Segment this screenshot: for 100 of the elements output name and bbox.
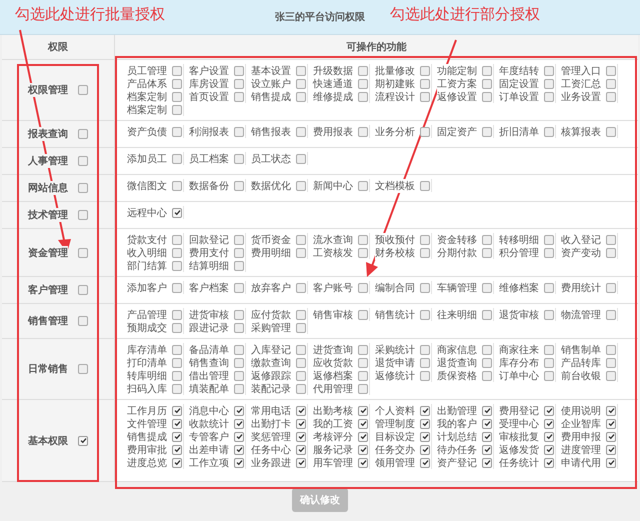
checkbox[interactable]	[544, 234, 554, 244]
checkbox[interactable]	[172, 92, 182, 102]
checkbox[interactable]	[172, 458, 182, 468]
checkbox[interactable]	[420, 310, 430, 320]
checkbox[interactable]	[482, 458, 492, 468]
checkbox[interactable]	[358, 180, 368, 190]
checkbox[interactable]	[482, 248, 492, 258]
checkbox[interactable]	[78, 364, 88, 374]
checkbox[interactable]	[234, 66, 244, 76]
checkbox[interactable]	[172, 310, 182, 320]
checkbox[interactable]	[172, 260, 182, 270]
checkbox[interactable]	[234, 180, 244, 190]
checkbox[interactable]	[420, 92, 430, 102]
checkbox[interactable]	[172, 418, 182, 428]
checkbox[interactable]	[420, 444, 430, 454]
checkbox[interactable]	[234, 234, 244, 244]
checkbox[interactable]	[358, 444, 368, 454]
checkbox[interactable]	[172, 322, 182, 332]
checkbox[interactable]	[606, 444, 616, 454]
checkbox[interactable]	[606, 432, 616, 442]
checkbox[interactable]	[544, 92, 554, 102]
checkbox[interactable]	[482, 234, 492, 244]
checkbox[interactable]	[234, 126, 244, 136]
checkbox[interactable]	[172, 104, 182, 114]
checkbox[interactable]	[296, 370, 306, 380]
checkbox[interactable]	[358, 458, 368, 468]
checkbox[interactable]	[544, 310, 554, 320]
checkbox[interactable]	[606, 418, 616, 428]
checkbox[interactable]	[358, 370, 368, 380]
checkbox[interactable]	[234, 384, 244, 394]
checkbox[interactable]	[172, 154, 182, 164]
checkbox[interactable]	[296, 234, 306, 244]
checkbox[interactable]	[358, 92, 368, 102]
checkbox[interactable]	[544, 444, 554, 454]
checkbox[interactable]	[544, 248, 554, 258]
checkbox[interactable]	[172, 444, 182, 454]
checkbox[interactable]	[544, 358, 554, 368]
checkbox[interactable]	[358, 78, 368, 88]
checkbox[interactable]	[296, 310, 306, 320]
checkbox[interactable]	[234, 432, 244, 442]
checkbox[interactable]	[172, 370, 182, 380]
checkbox[interactable]	[234, 406, 244, 416]
checkbox[interactable]	[296, 78, 306, 88]
checkbox[interactable]	[78, 183, 88, 193]
checkbox[interactable]	[544, 282, 554, 292]
checkbox[interactable]	[78, 156, 88, 166]
checkbox[interactable]	[234, 370, 244, 380]
checkbox[interactable]	[172, 78, 182, 88]
confirm-button[interactable]: 确认修改	[292, 488, 348, 512]
checkbox[interactable]	[358, 406, 368, 416]
checkbox[interactable]	[606, 78, 616, 88]
checkbox[interactable]	[420, 432, 430, 442]
checkbox[interactable]	[606, 66, 616, 76]
checkbox[interactable]	[420, 78, 430, 88]
checkbox[interactable]	[296, 282, 306, 292]
checkbox[interactable]	[172, 344, 182, 354]
checkbox[interactable]	[544, 458, 554, 468]
checkbox[interactable]	[172, 358, 182, 368]
checkbox[interactable]	[296, 384, 306, 394]
checkbox[interactable]	[234, 78, 244, 88]
checkbox[interactable]	[544, 406, 554, 416]
checkbox[interactable]	[78, 85, 88, 95]
checkbox[interactable]	[606, 458, 616, 468]
checkbox[interactable]	[358, 126, 368, 136]
checkbox[interactable]	[482, 66, 492, 76]
checkbox[interactable]	[234, 92, 244, 102]
checkbox[interactable]	[234, 444, 244, 454]
checkbox[interactable]	[234, 322, 244, 332]
checkbox[interactable]	[358, 248, 368, 258]
checkbox[interactable]	[172, 234, 182, 244]
checkbox[interactable]	[606, 344, 616, 354]
checkbox[interactable]	[606, 310, 616, 320]
checkbox[interactable]	[420, 66, 430, 76]
checkbox[interactable]	[296, 458, 306, 468]
checkbox[interactable]	[172, 180, 182, 190]
checkbox[interactable]	[234, 260, 244, 270]
checkbox[interactable]	[234, 358, 244, 368]
checkbox[interactable]	[482, 92, 492, 102]
checkbox[interactable]	[482, 310, 492, 320]
checkbox[interactable]	[296, 126, 306, 136]
checkbox[interactable]	[606, 406, 616, 416]
checkbox[interactable]	[358, 358, 368, 368]
checkbox[interactable]	[482, 418, 492, 428]
checkbox[interactable]	[296, 344, 306, 354]
checkbox[interactable]	[296, 92, 306, 102]
checkbox[interactable]	[296, 406, 306, 416]
checkbox[interactable]	[482, 358, 492, 368]
checkbox[interactable]	[420, 126, 430, 136]
checkbox[interactable]	[234, 282, 244, 292]
checkbox[interactable]	[296, 248, 306, 258]
checkbox[interactable]	[420, 406, 430, 416]
checkbox[interactable]	[420, 248, 430, 258]
checkbox[interactable]	[172, 208, 182, 218]
checkbox[interactable]	[358, 310, 368, 320]
checkbox[interactable]	[234, 154, 244, 164]
checkbox[interactable]	[296, 322, 306, 332]
checkbox[interactable]	[482, 344, 492, 354]
checkbox[interactable]	[420, 370, 430, 380]
checkbox[interactable]	[606, 358, 616, 368]
checkbox[interactable]	[296, 180, 306, 190]
